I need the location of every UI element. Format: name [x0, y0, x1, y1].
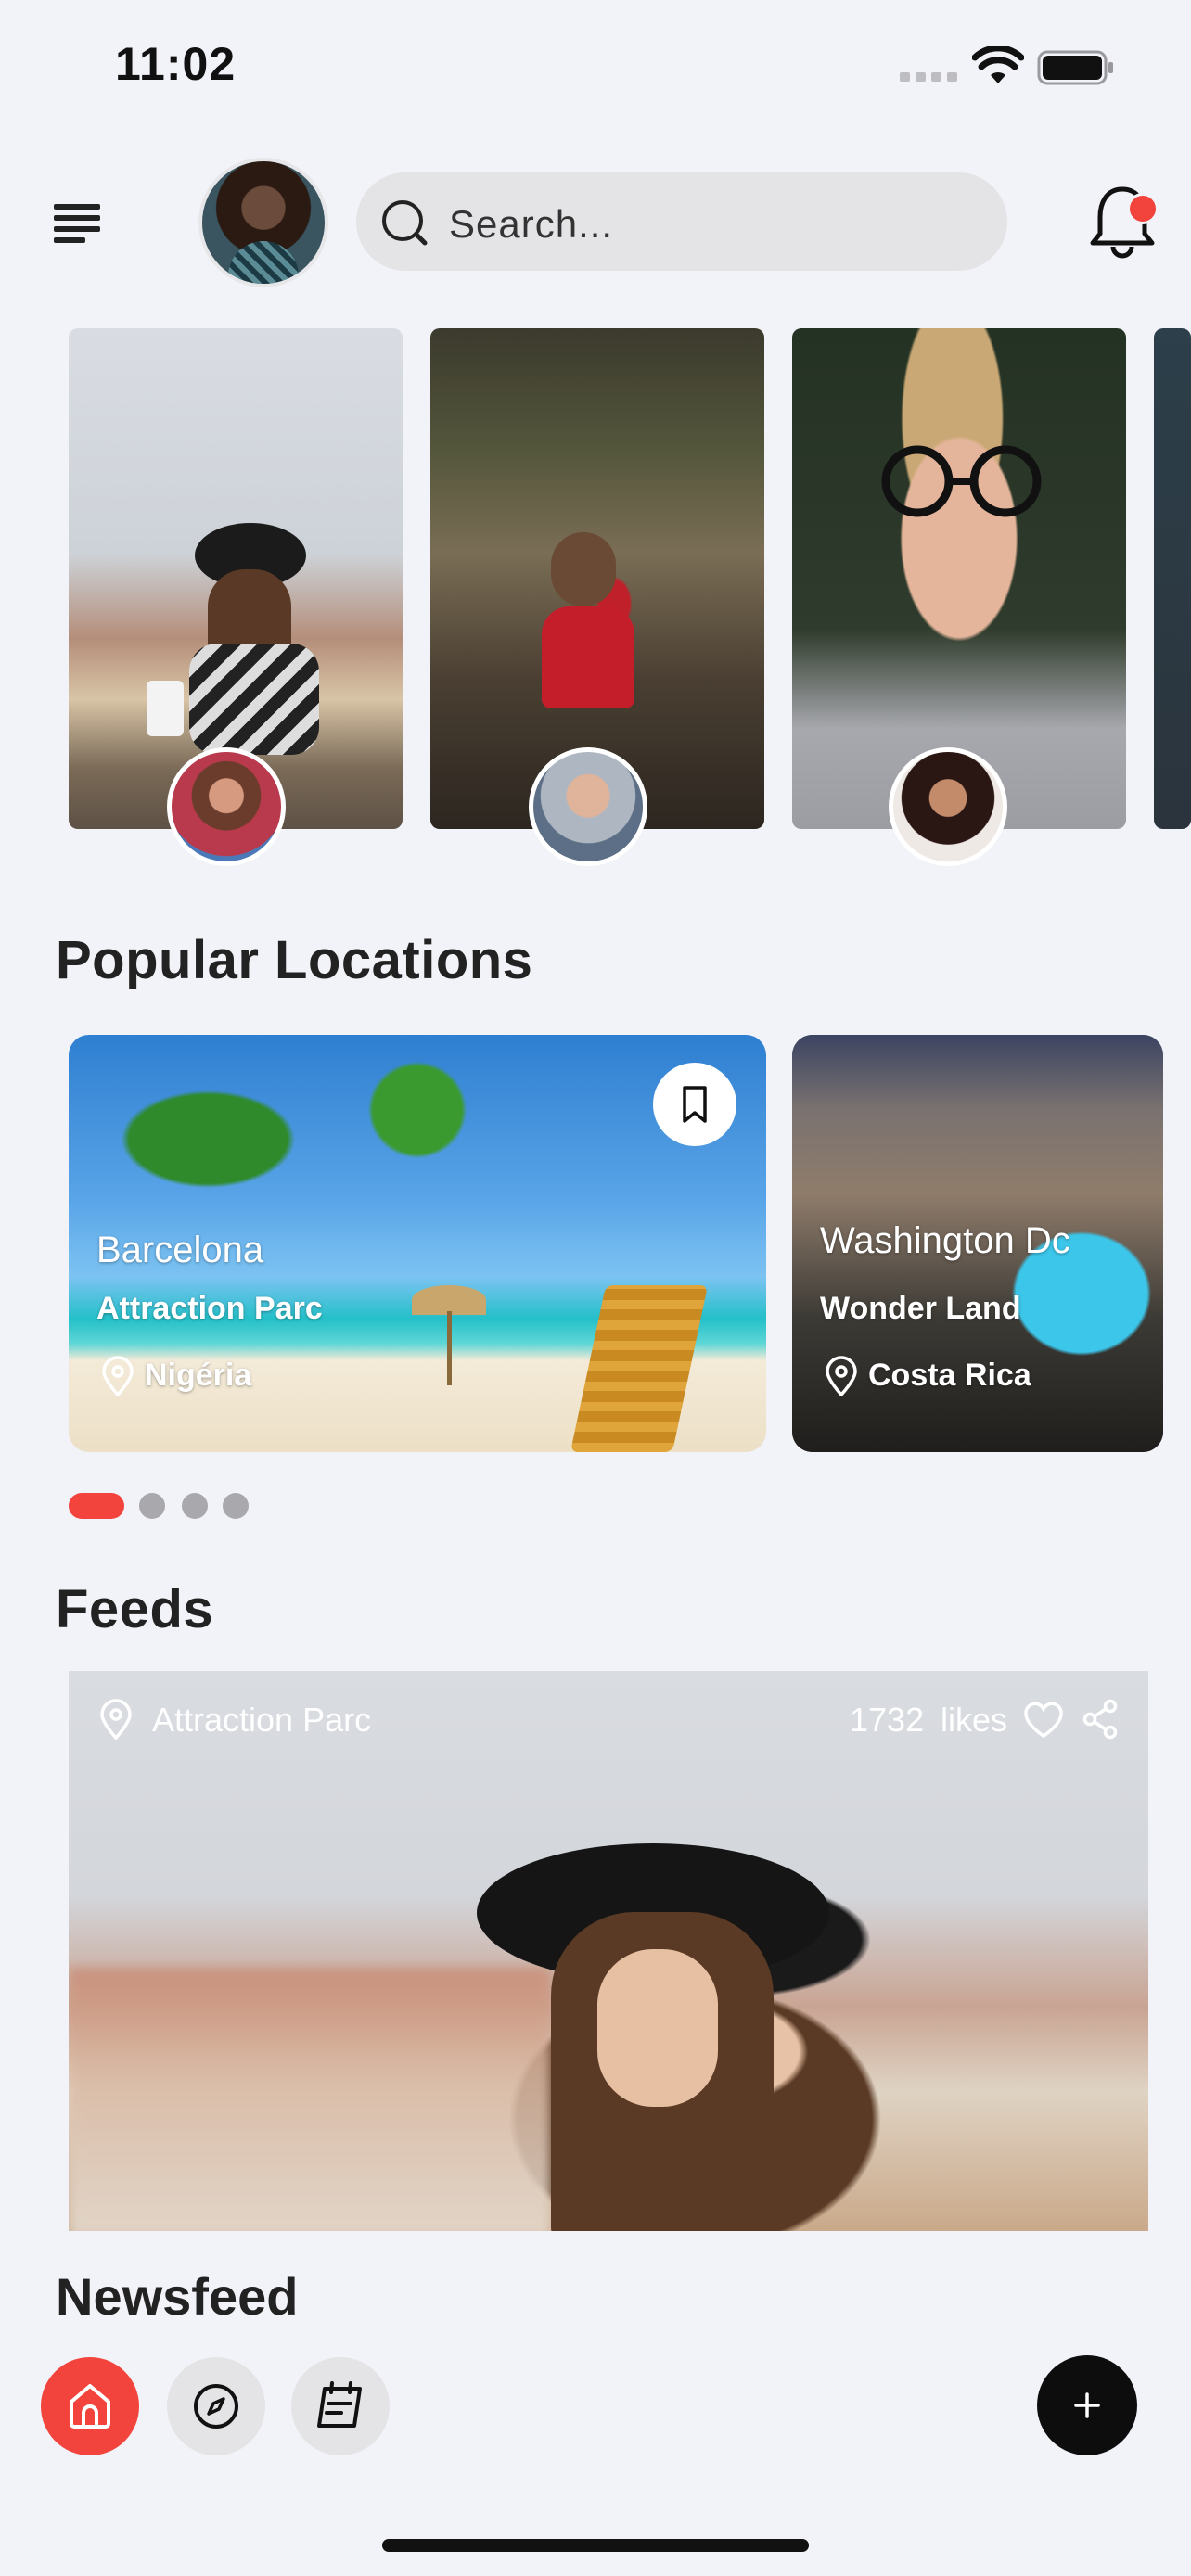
location-card[interactable]: Washington Dc Wonder Land Costa Rica [792, 1035, 1163, 1452]
location-city: Barcelona [96, 1230, 264, 1270]
carousel-dot-active[interactable] [69, 1493, 124, 1519]
home-button[interactable] [41, 2357, 139, 2455]
wifi-icon [972, 46, 1024, 83]
bookmark-icon [683, 1086, 707, 1123]
location-city: Washington Dc [820, 1220, 1070, 1261]
compass-icon [194, 2384, 238, 2429]
location-name: Wonder Land [820, 1291, 1021, 1326]
search-input[interactable]: Search... [449, 202, 613, 247]
carousel-dot[interactable] [223, 1493, 249, 1519]
likes-count: 1732 [850, 1701, 925, 1739]
home-indicator [382, 2539, 809, 2552]
feed-post-image[interactable] [69, 1671, 1148, 2231]
popular-locations-title: Popular Locations [56, 930, 533, 990]
likes-label: likes [941, 1701, 1008, 1739]
share-icon[interactable] [1082, 1699, 1119, 1740]
feed-location: Attraction Parc [152, 1701, 372, 1739]
location-country: Costa Rica [868, 1358, 1031, 1393]
search-icon [382, 200, 428, 246]
story-card[interactable] [1154, 328, 1191, 829]
user-avatar[interactable] [198, 158, 328, 287]
home-icon [70, 2384, 110, 2429]
menu-icon[interactable] [54, 200, 100, 243]
calendar-button[interactable] [291, 2357, 390, 2455]
plus-icon [1074, 2392, 1100, 2418]
heart-icon[interactable] [1022, 1701, 1065, 1740]
newsfeed-label: Newsfeed [56, 2267, 299, 2326]
cellular-signal-icon [900, 72, 957, 82]
location-pin-icon [102, 1356, 134, 1396]
feeds-title: Feeds [56, 1579, 214, 1639]
explore-button[interactable] [167, 2357, 265, 2455]
location-pin-icon [100, 1699, 132, 1740]
status-time: 11:02 [115, 38, 237, 90]
notification-badge [1127, 193, 1159, 224]
story-author-avatar[interactable] [529, 747, 647, 866]
location-name: Attraction Parc [96, 1291, 323, 1326]
calendar-icon [317, 2381, 362, 2428]
story-author-avatar[interactable] [167, 747, 286, 866]
carousel-dot[interactable] [139, 1493, 165, 1519]
location-country: Nigéria [145, 1358, 252, 1393]
story-author-avatar[interactable] [889, 747, 1007, 866]
add-button[interactable] [1037, 2355, 1137, 2455]
carousel-dot[interactable] [182, 1493, 208, 1519]
battery-icon [1037, 50, 1113, 85]
location-pin-icon [826, 1356, 857, 1396]
